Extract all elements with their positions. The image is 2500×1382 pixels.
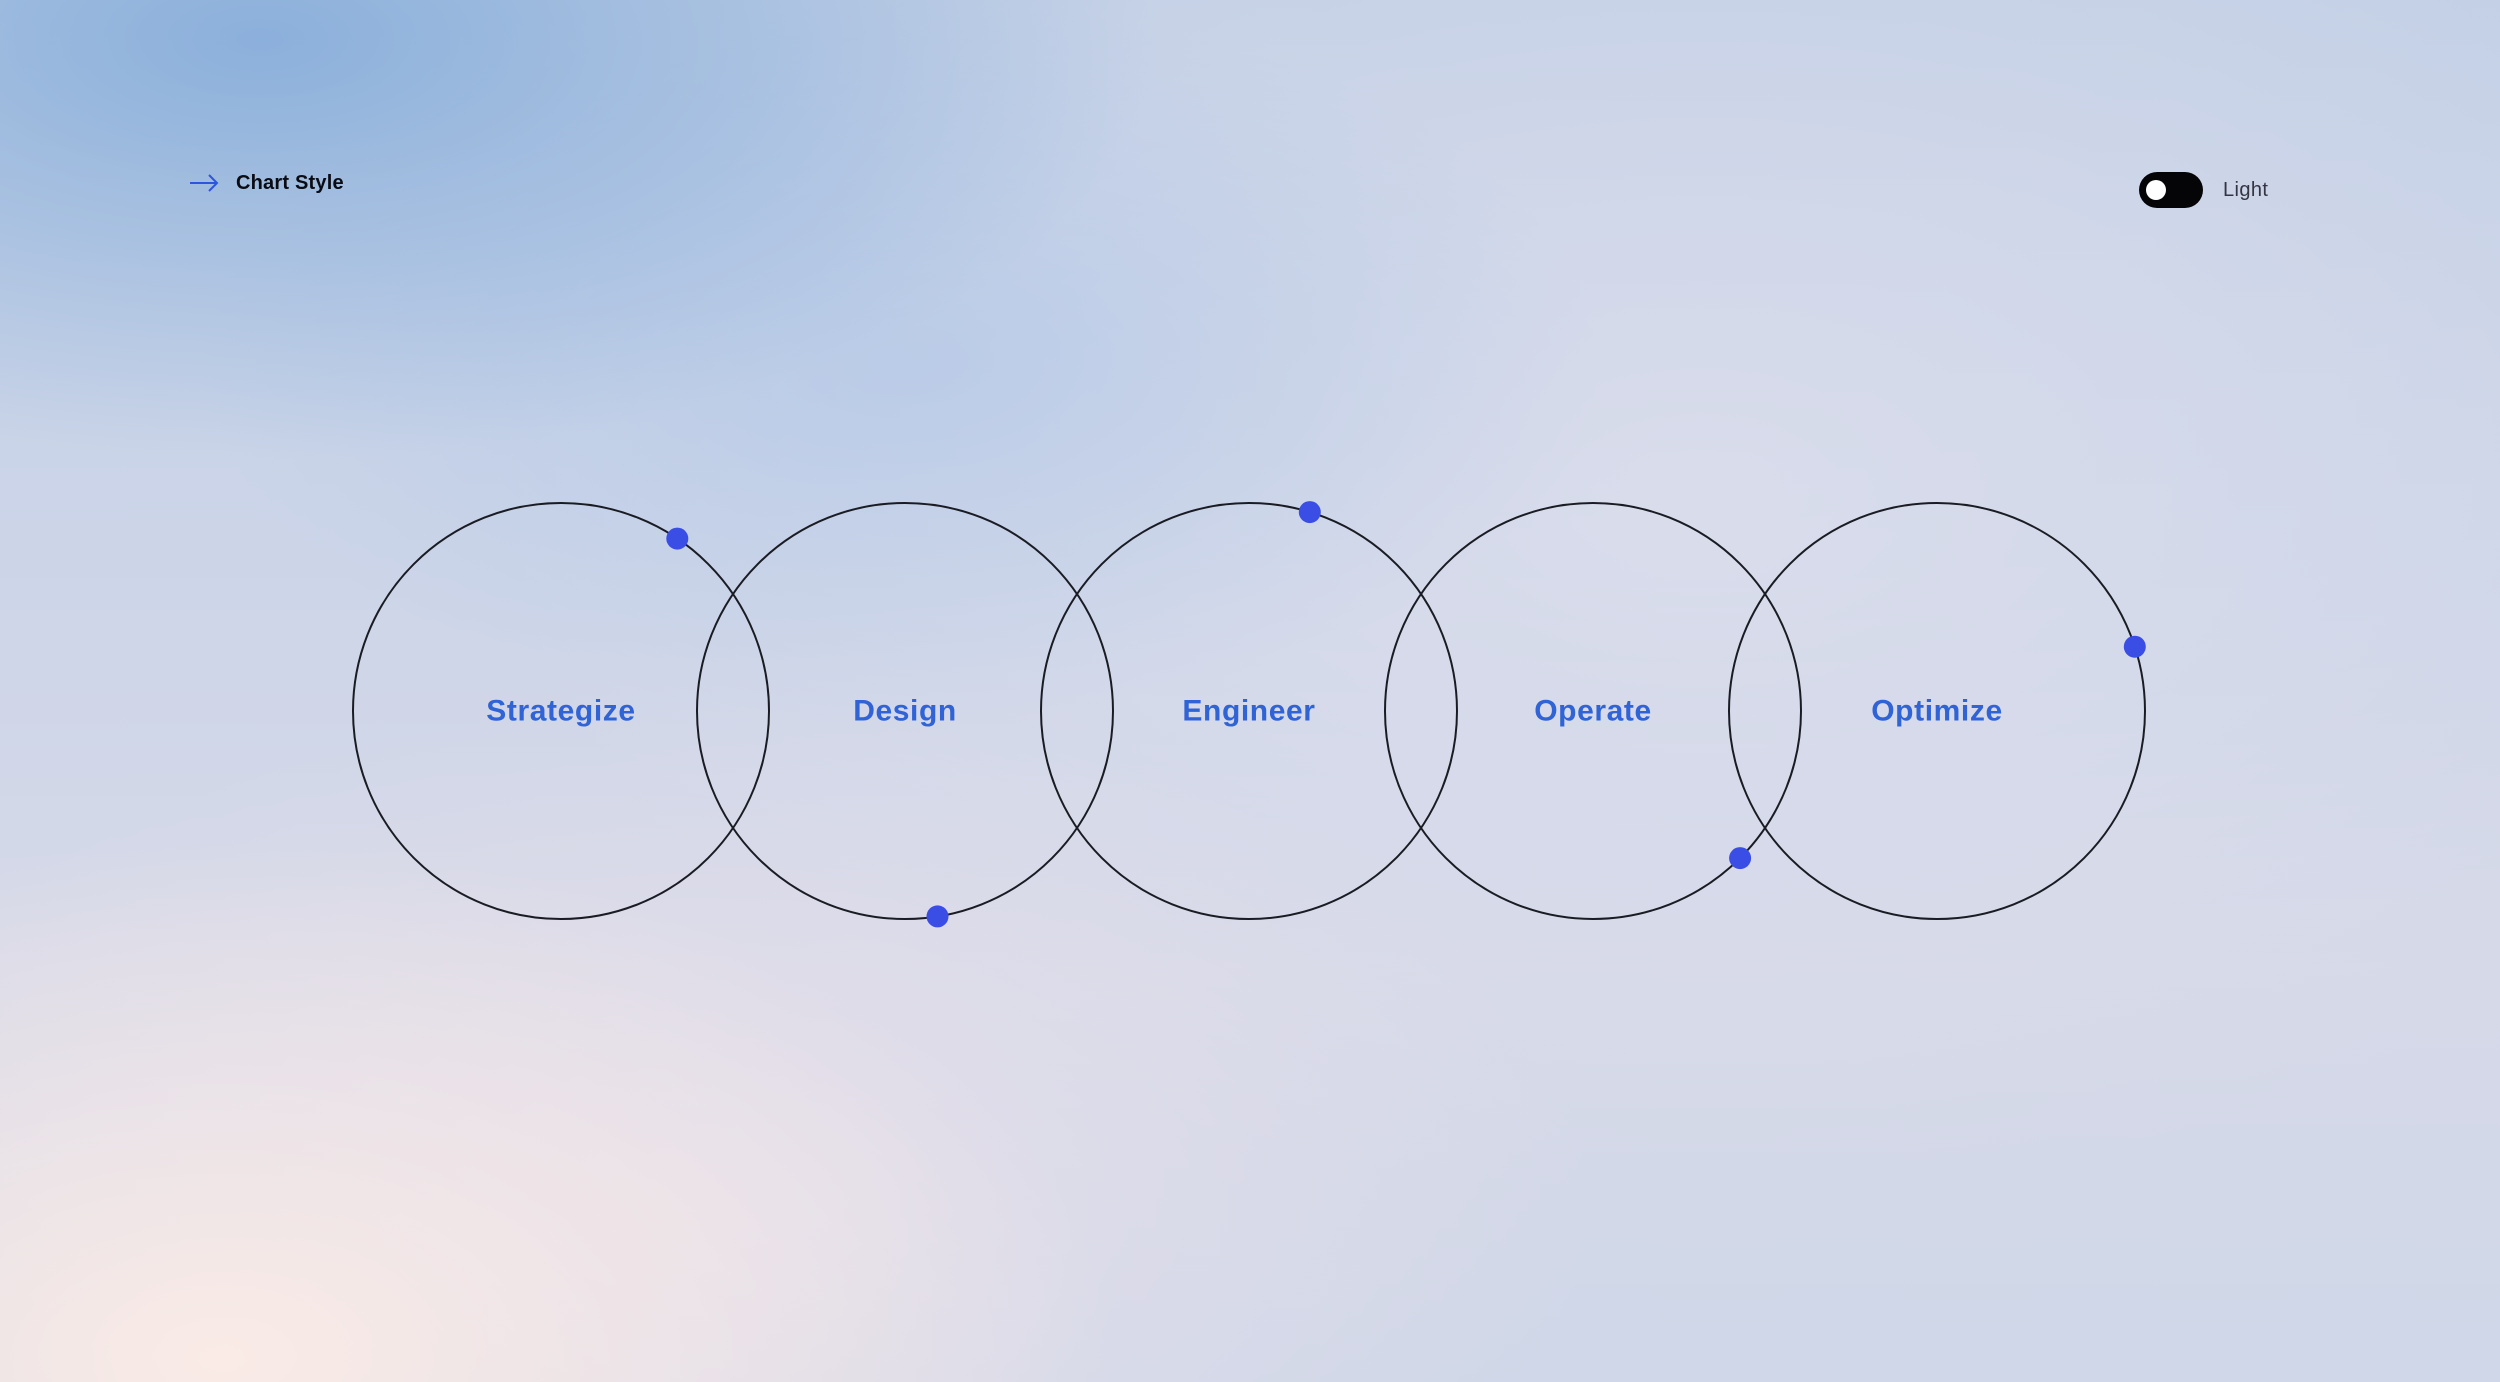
stage-circle [1728,502,2146,920]
marker-dot [1729,847,1752,870]
stage-strategize: Strategize [352,502,770,920]
stage-label: Optimize [1871,695,2002,728]
theme-toggle[interactable] [2139,172,2203,208]
marker-dot [2123,635,2146,658]
stage-optimize: Optimize [1728,502,2146,920]
stage-operate: Operate [1384,502,1802,920]
stage-label: Operate [1534,695,1652,728]
cycle-diagram: Strategize Design Engineer Operate Optimize [352,501,2146,928]
stage-label: Strategize [486,695,635,728]
marker-dot [666,527,689,550]
stage-label: Engineer [1182,695,1315,728]
chart-style-label: Chart Style [236,171,344,194]
chart-style-link[interactable]: Chart Style [188,166,344,200]
marker-dot [926,905,949,928]
stage-design: Design [696,502,1114,928]
toggle-knob [2146,180,2166,200]
theme-toggle-group: Light [2139,172,2268,208]
stage-label: Design [853,695,957,728]
stage-circle [696,502,1114,920]
stage-engineer: Engineer [1040,501,1458,920]
theme-toggle-label: Light [2223,178,2269,201]
stage-circle [1384,502,1802,920]
marker-dot [1298,501,1321,524]
arrow-right-icon [190,174,219,192]
stage-circle [352,502,770,920]
stage-circle [1040,502,1458,920]
